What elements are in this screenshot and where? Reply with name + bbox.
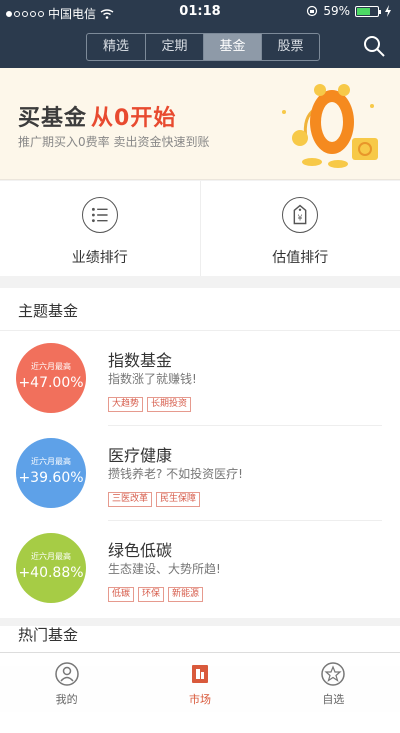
shortcut-label: 业绩排行 xyxy=(71,250,128,266)
return-value: +40.88% xyxy=(18,565,84,581)
return-badge: 近六月最高 +40.88% xyxy=(16,533,86,603)
return-value: +47.00% xyxy=(18,375,84,391)
star-icon xyxy=(321,662,346,686)
nav-item-mine[interactable]: 我的 xyxy=(0,653,133,712)
nav-item-market[interactable]: 市场 xyxy=(133,653,266,712)
section-title: 热门基金 xyxy=(18,626,79,644)
nav-label: 我的 xyxy=(55,693,78,706)
fund-desc: 攒钱养老? 不如投资医疗! xyxy=(108,467,243,481)
banner-title: 买基金 从0开始 xyxy=(18,100,176,132)
banner-subtitle: 推广期买入0费率 卖出资金快速到账 xyxy=(18,135,210,149)
status-bar: 中国电信 01:18 59% xyxy=(0,0,400,24)
category-tabs: 精选 定期 基金 股票 xyxy=(86,33,320,61)
fund-name: 医疗健康 xyxy=(108,446,173,465)
banner-title-main: 买基金 xyxy=(18,106,88,131)
shortcut-bar: 业绩排行 ¥ 估值排行 xyxy=(0,181,400,276)
status-right: 59% xyxy=(306,4,392,18)
fund-tags: 大趋势 长期投资 xyxy=(108,397,192,412)
bottom-safe-area xyxy=(0,712,400,733)
return-value: +39.60% xyxy=(18,470,84,486)
shortcut-performance-ranking[interactable]: 业绩排行 xyxy=(0,181,200,276)
charging-icon xyxy=(385,5,391,17)
return-caption: 近六月最高 xyxy=(31,552,71,561)
fund-item-index[interactable]: 近六月最高 +47.00% 指数基金 指数涨了就赚钱! 大趋势 长期投资 xyxy=(0,331,400,426)
section-title: 主题基金 xyxy=(18,302,79,320)
return-caption: 近六月最高 xyxy=(31,457,71,466)
battery-percent: 59% xyxy=(323,4,350,18)
user-icon xyxy=(54,662,79,686)
fund-tag: 民生保障 xyxy=(156,492,201,507)
nav-label: 市场 xyxy=(188,693,211,706)
fund-name: 指数基金 xyxy=(108,351,173,370)
banner-title-highlight: 从0开始 xyxy=(91,106,177,131)
fund-tag: 三医改革 xyxy=(108,492,153,507)
promo-banner[interactable]: 买基金 从0开始 推广期买入0费率 卖出资金快速到账 xyxy=(0,68,400,180)
fund-tag: 大趋势 xyxy=(108,397,144,412)
search-icon[interactable] xyxy=(362,34,386,58)
fund-tags: 三医改革 民生保障 xyxy=(108,492,201,507)
svg-text:¥: ¥ xyxy=(298,214,303,223)
bottom-nav: 我的 市场 自选 xyxy=(0,652,400,712)
fund-desc: 生态建设、大势所趋! xyxy=(108,562,221,576)
shortcut-valuation-ranking[interactable]: ¥ 估值排行 xyxy=(199,181,400,276)
rotation-lock-icon xyxy=(307,5,318,17)
fund-desc: 指数涨了就赚钱! xyxy=(108,372,197,386)
market-icon xyxy=(191,665,208,683)
tab-jingxuan[interactable]: 精选 xyxy=(87,34,145,60)
tab-gupiao[interactable]: 股票 xyxy=(261,34,319,60)
list-icon xyxy=(81,197,118,233)
fund-tag: 长期投资 xyxy=(147,397,192,412)
nav-label: 自选 xyxy=(322,693,345,706)
tab-dingqi[interactable]: 定期 xyxy=(145,34,203,60)
zero-coin-illustration xyxy=(282,84,378,168)
return-caption: 近六月最高 xyxy=(31,362,71,371)
nav-item-favorites[interactable]: 自选 xyxy=(267,653,400,712)
fund-item-green[interactable]: 近六月最高 +40.88% 绿色低碳 生态建设、大势所趋! 低碳 环保 新能源 xyxy=(0,521,400,616)
shortcut-label: 估值排行 xyxy=(272,250,329,266)
price-tag-icon: ¥ xyxy=(282,197,319,233)
theme-funds-section: 主题基金 近六月最高 +47.00% 指数基金 指数涨了就赚钱! 大趋势 长期投… xyxy=(0,288,400,618)
return-badge: 近六月最高 +47.00% xyxy=(16,343,86,413)
fund-tags: 低碳 环保 新能源 xyxy=(108,587,204,602)
fund-item-healthcare[interactable]: 近六月最高 +39.60% 医疗健康 攒钱养老? 不如投资医疗! 三医改革 民生… xyxy=(0,426,400,521)
tab-jijin[interactable]: 基金 xyxy=(203,34,261,60)
fund-tag: 新能源 xyxy=(168,587,204,602)
battery-icon xyxy=(355,5,381,17)
return-badge: 近六月最高 +39.60% xyxy=(16,438,86,508)
fund-tag: 低碳 xyxy=(108,587,135,602)
fund-name: 绿色低碳 xyxy=(108,541,173,560)
fund-tag: 环保 xyxy=(138,587,165,602)
top-header: 中国电信 01:18 59% 精选 定期 基金 股票 xyxy=(0,0,400,68)
